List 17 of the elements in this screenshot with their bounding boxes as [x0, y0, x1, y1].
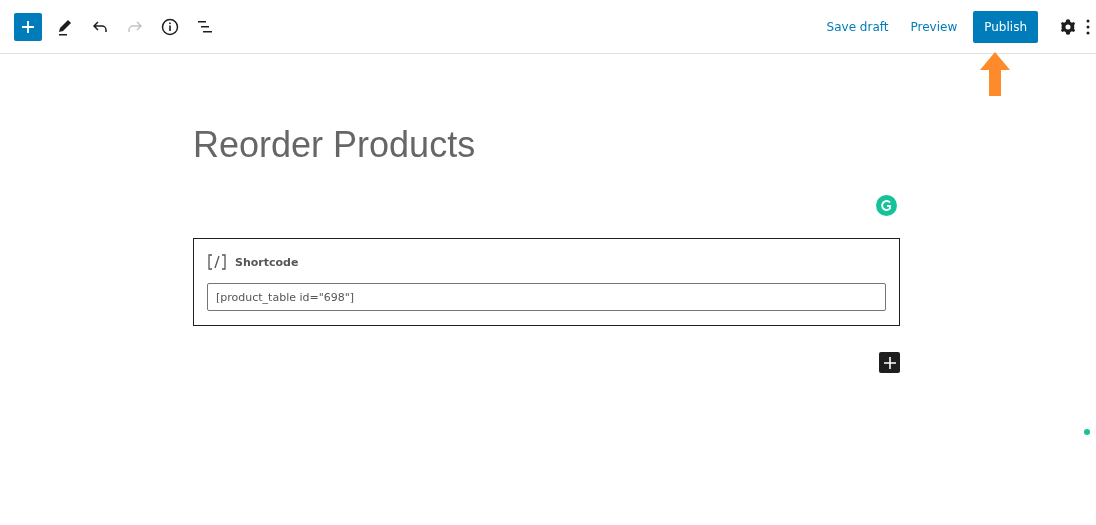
shortcode-block[interactable]: Shortcode [product_table id="698"]	[193, 238, 900, 326]
settings-icon	[1059, 17, 1077, 36]
more-icon	[1086, 18, 1090, 35]
arrow-icon	[979, 52, 1011, 96]
shortcode-icon	[207, 253, 227, 271]
block-label: Shortcode	[235, 255, 299, 269]
save-draft-button[interactable]: Save draft	[818, 19, 897, 34]
shortcode-input[interactable]: [product_table id="698"]	[207, 283, 886, 311]
publish-button[interactable]: Publish	[973, 10, 1038, 43]
add-block-button[interactable]	[14, 12, 42, 41]
preview-button[interactable]: Preview	[902, 19, 966, 34]
post-title[interactable]: Reorder Products	[193, 124, 900, 166]
plus-icon	[883, 356, 896, 369]
info-icon	[160, 16, 180, 37]
status-dot-icon	[1084, 429, 1090, 435]
insert-block-button[interactable]	[879, 352, 900, 373]
plus-icon	[21, 19, 35, 34]
